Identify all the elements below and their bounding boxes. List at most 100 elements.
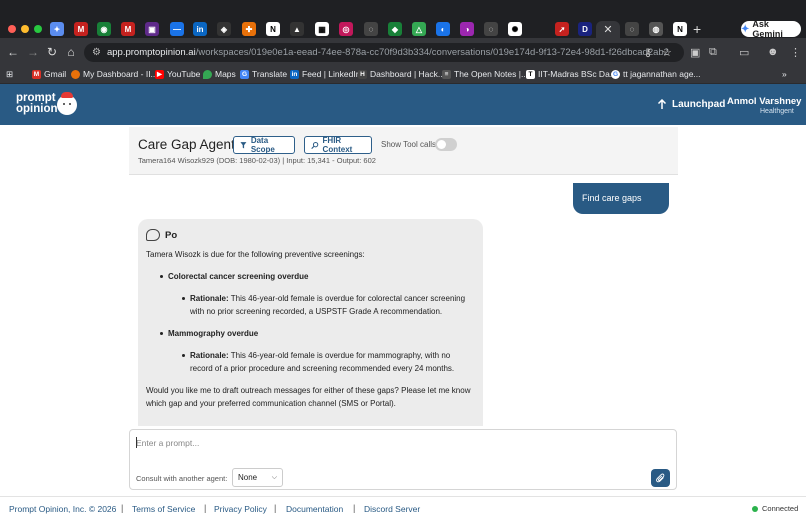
tab-icon-green[interactable]: ◆: [388, 22, 402, 36]
bookmark-google-search[interactable]: Gtt jagannathan age...: [611, 69, 701, 79]
browser-menu-icon[interactable]: ⋮: [790, 46, 801, 59]
care-gap-title: Colorectal cancer screening overdue: [146, 270, 475, 283]
discord-link[interactable]: Discord Server: [364, 504, 420, 514]
url-host: app.promptopinion.ai: [106, 47, 196, 58]
terms-link[interactable]: Terms of Service: [132, 504, 195, 514]
bookmark-label: Gmail: [44, 69, 67, 79]
bookmark-label: The Open Notes |...: [454, 69, 529, 79]
logo-line-2: opinion: [16, 103, 58, 115]
tab-icon-d[interactable]: D: [578, 22, 592, 36]
tab-icon-gmail[interactable]: M: [74, 22, 88, 36]
agent-title: Care Gap Agent: [138, 137, 235, 152]
filter-icon: [240, 141, 247, 148]
close-tab-icon[interactable]: ✕: [603, 23, 612, 36]
window-zoom-button[interactable]: [34, 25, 42, 33]
rationale-text: This 46-year-old female is overdue for m…: [190, 351, 455, 373]
bookmark-label: IIT-Madras BSc Da...: [538, 69, 617, 79]
bookmark-iitm[interactable]: T IIT-Madras BSc Da...: [526, 69, 617, 79]
token-usage: | Input: 15,341 - Output: 602: [282, 156, 376, 165]
tab-icon-triangle[interactable]: ▲: [290, 22, 304, 36]
home-icon[interactable]: ⌂: [64, 45, 78, 59]
attach-button[interactable]: [651, 469, 670, 487]
consult-agent-select[interactable]: None ⌵: [232, 468, 283, 487]
bookmark-gmail[interactable]: M Gmail: [32, 69, 66, 79]
data-scope-button[interactable]: Data Scope: [233, 136, 295, 154]
bookmark-hack[interactable]: H Dashboard | Hack...: [358, 69, 445, 79]
notes-icon: ≡: [442, 69, 451, 79]
tab-icon-loading-3[interactable]: ◌: [625, 22, 639, 36]
footer-separator: |: [353, 503, 356, 513]
tab-icon-grey[interactable]: ◍: [649, 22, 663, 36]
bookmark-youtube[interactable]: ▶ YouTube: [155, 69, 200, 79]
sidepanel-icon[interactable]: ▭: [739, 46, 749, 59]
window-minimize-button[interactable]: [21, 25, 29, 33]
tab-icon-linkedin[interactable]: in: [193, 22, 207, 36]
chat-bubble-icon: [146, 229, 160, 241]
window-close-button[interactable]: [8, 25, 16, 33]
tab-icon-chatgpt[interactable]: ✺: [508, 22, 522, 36]
new-tab-button[interactable]: +: [693, 21, 701, 37]
tab-icon-blue[interactable]: ◐: [436, 22, 450, 36]
fhir-context-button[interactable]: FHIR Context: [304, 136, 372, 154]
url-bar[interactable]: ⚙ app.promptopinion.ai/workspaces/019e0e…: [84, 43, 684, 62]
launchpad-label: Launchpad: [672, 99, 726, 110]
tab-icon-drive[interactable]: △: [412, 22, 426, 36]
tab-icon-app[interactable]: ▣: [145, 22, 159, 36]
tab-icon-square[interactable]: ▦: [315, 22, 329, 36]
mascot-icon: [57, 92, 77, 115]
tab-icon-loading[interactable]: ◌: [364, 22, 378, 36]
launchpad-button[interactable]: Launchpad: [657, 99, 725, 110]
tab-icon-n[interactable]: N: [673, 22, 687, 36]
bookmark-linkedin[interactable]: in Feed | LinkedIn: [290, 69, 360, 79]
bookmark-translate[interactable]: G Translate: [240, 69, 287, 79]
care-gap-title: Mammography overdue: [146, 327, 475, 340]
tab-icon-maps[interactable]: ◉: [97, 22, 111, 36]
documentation-link[interactable]: Documentation: [286, 504, 343, 514]
tab-icon-loading-2[interactable]: ◌: [484, 22, 498, 36]
key-icon[interactable]: ⚷: [644, 46, 652, 59]
tab-icon-github[interactable]: ◈: [217, 22, 231, 36]
tab-icon-purple[interactable]: ◑: [460, 22, 474, 36]
rationale-text: This 46-year-old female is overdue for c…: [190, 294, 466, 316]
bookmark-dashboard[interactable]: My Dashboard - II...: [71, 69, 158, 79]
bookmark-open-notes[interactable]: ≡ The Open Notes |...: [442, 69, 528, 79]
privacy-link[interactable]: Privacy Policy: [214, 504, 267, 514]
bookmark-maps[interactable]: Maps: [203, 69, 236, 79]
bookmark-star-icon[interactable]: ☆: [662, 46, 672, 59]
prompt-input[interactable]: [136, 436, 536, 450]
tab-icon-orange[interactable]: ✚: [242, 22, 256, 36]
patient-meta: Tamera164 Wisozk929 (DOB: 1980-02-03): [138, 156, 281, 165]
tab-icon-docs[interactable]: —: [170, 22, 184, 36]
prompt-opinion-logo[interactable]: prompt opinion: [16, 92, 58, 115]
extensions-puzzle-icon[interactable]: ⧉: [709, 46, 717, 59]
youtube-icon: ▶: [155, 69, 164, 79]
footer-separator: |: [121, 503, 124, 513]
arrow-up-icon: [657, 99, 667, 109]
ask-gemini-button[interactable]: ✦ Ask Gemini: [741, 19, 801, 39]
extension-blue-icon[interactable]: ▣: [690, 46, 700, 59]
assistant-header: Po: [146, 228, 475, 242]
bookmark-label: My Dashboard - II...: [83, 69, 158, 79]
paperclip-icon: [655, 473, 664, 482]
tab-icon-pink[interactable]: ◎: [339, 22, 353, 36]
site-info-icon[interactable]: ⚙: [92, 47, 101, 58]
text-caret: [136, 437, 137, 448]
bookmark-label: YouTube: [167, 69, 201, 79]
assistant-followup: Would you like me to draft outreach mess…: [146, 386, 471, 408]
linkedin-icon: in: [290, 69, 299, 79]
back-arrow-icon[interactable]: ←: [6, 45, 20, 59]
reload-icon[interactable]: ↻: [45, 45, 59, 59]
forward-arrow-icon[interactable]: →: [26, 45, 40, 59]
apps-grid-icon[interactable]: ⊞: [6, 69, 13, 80]
tab-icon-notion[interactable]: N: [266, 22, 280, 36]
show-tool-calls-label: Show Tool calls: [381, 140, 436, 149]
active-tab[interactable]: ✕: [596, 21, 620, 38]
tab-icon-1[interactable]: ✦: [50, 22, 64, 36]
tab-icon-arrow[interactable]: ➚: [555, 22, 569, 36]
chevron-down-icon: ⌵: [271, 473, 277, 481]
tab-icon-gmail-2[interactable]: M: [121, 22, 135, 36]
profile-avatar-icon[interactable]: ☻: [767, 46, 779, 58]
bookmarks-overflow-icon[interactable]: »: [782, 69, 787, 79]
user-name[interactable]: Anmol Varshney: [727, 96, 801, 107]
show-tool-calls-toggle[interactable]: [435, 138, 457, 151]
